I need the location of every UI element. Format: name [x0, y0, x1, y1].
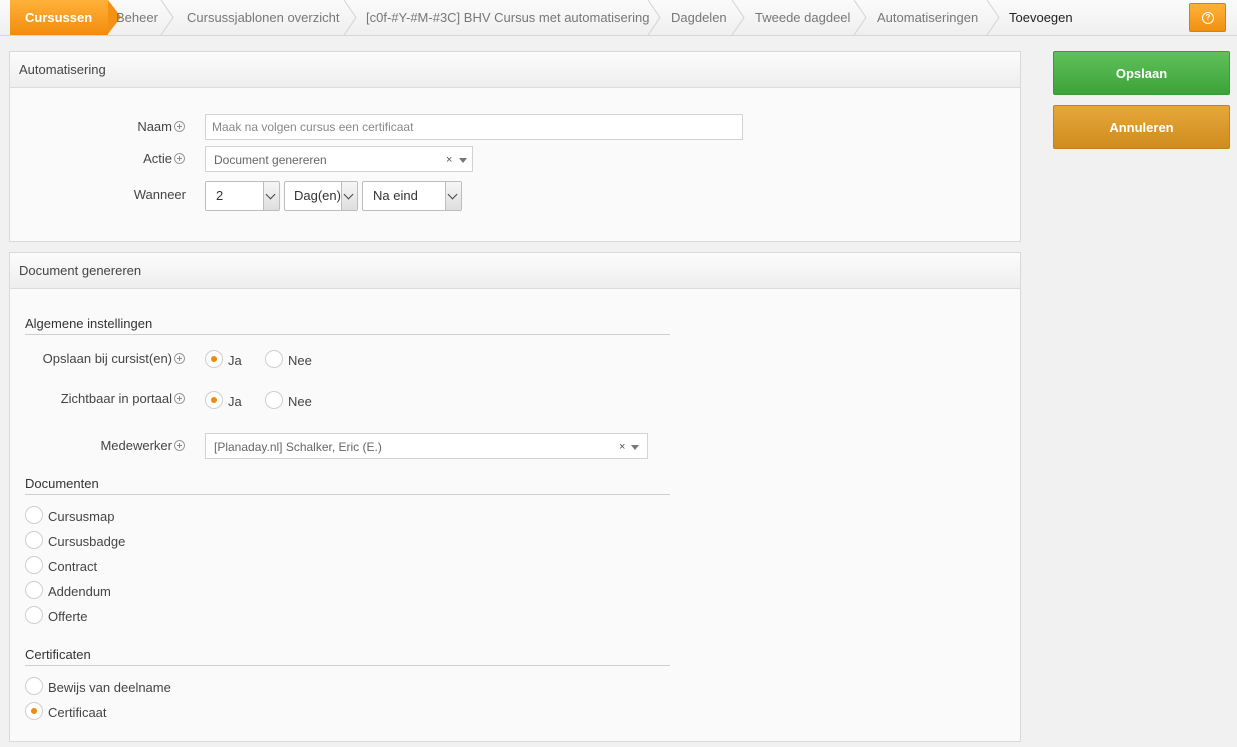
- actie-select[interactable]: Document genereren ×: [205, 146, 473, 172]
- breadcrumb-toevoegen: Toevoegen: [1009, 10, 1073, 25]
- breadcrumb-beheer[interactable]: Beheer: [116, 0, 158, 35]
- chevron-down-icon: [631, 445, 639, 450]
- document-radio-contract[interactable]: [25, 556, 43, 574]
- naam-input[interactable]: Maak na volgen cursus een certificaat: [205, 114, 743, 140]
- wanneer-amount-select[interactable]: 2: [205, 181, 280, 211]
- wanneer-label: Wanneer: [133, 187, 186, 202]
- clear-icon[interactable]: ×: [446, 147, 452, 173]
- medewerker-info-plus-icon[interactable]: [174, 440, 185, 451]
- medewerker-select-value: [Planaday.nl] Schalker, Eric (E.): [214, 440, 382, 454]
- naam-label: Naam: [137, 119, 172, 134]
- breadcrumb-cursussen[interactable]: Cursussen: [10, 0, 121, 35]
- document-panel-title: Document genereren: [10, 253, 1020, 289]
- document-panel: Document genereren Algemene instellingen…: [9, 252, 1021, 742]
- opslaan-label: Opslaan bij cursist(en): [42, 351, 172, 366]
- actie-select-value: Document genereren: [214, 153, 327, 167]
- document-label-offerte: Offerte: [48, 609, 88, 624]
- opslaan-info-plus-icon[interactable]: [174, 353, 185, 364]
- wanneer-unit-value: Dag(en): [294, 188, 341, 203]
- medewerker-select[interactable]: [Planaday.nl] Schalker, Eric (E.) ×: [205, 433, 648, 459]
- opslaan-nee-label: Nee: [288, 353, 312, 368]
- save-button[interactable]: Opslaan: [1053, 51, 1230, 95]
- clear-icon[interactable]: ×: [619, 434, 625, 460]
- opslaan-nee-radio[interactable]: [265, 350, 283, 368]
- document-label-addendum: Addendum: [48, 584, 111, 599]
- actie-label: Actie: [143, 151, 172, 166]
- breadcrumb-automatiseringen[interactable]: Automatiseringen: [877, 0, 978, 35]
- cancel-button[interactable]: Annuleren: [1053, 105, 1230, 149]
- document-label-cursusmap: Cursusmap: [48, 509, 115, 524]
- breadcrumb-separator-icon: [731, 0, 745, 35]
- zichtbaar-ja-label: Ja: [228, 394, 242, 409]
- actie-info-plus-icon[interactable]: [174, 153, 185, 164]
- document-radio-offerte[interactable]: [25, 606, 43, 624]
- chevron-down-icon: [459, 158, 467, 163]
- document-label-contract: Contract: [48, 559, 98, 574]
- document-radio-cursusmap[interactable]: [25, 506, 43, 524]
- zichtbaar-nee-radio[interactable]: [265, 391, 283, 409]
- chevron-down-icon: [445, 182, 461, 210]
- opslaan-ja-label: Ja: [228, 353, 242, 368]
- certificaten-title: Certificaten: [25, 647, 670, 666]
- wanneer-moment-select[interactable]: Na eind: [362, 181, 462, 211]
- zichtbaar-nee-label: Nee: [288, 394, 312, 409]
- general-settings-title: Algemene instellingen: [25, 316, 670, 335]
- certificate-radio-certificaat[interactable]: [25, 702, 43, 720]
- zichtbaar-ja-radio[interactable]: [205, 391, 223, 409]
- certificate-radio-bewijs[interactable]: [25, 677, 43, 695]
- breadcrumb-templates[interactable]: Cursussjablonen overzicht: [187, 0, 339, 35]
- breadcrumb-separator-icon: [160, 0, 174, 35]
- breadcrumb-course[interactable]: [c0f-#Y-#M-#3C] BHV Cursus met automatis…: [366, 0, 649, 35]
- document-label-cursusbadge: Cursusbadge: [48, 534, 126, 549]
- zichtbaar-label: Zichtbaar in portaal: [60, 391, 172, 406]
- breadcrumb-separator-icon: [647, 0, 661, 35]
- document-radio-addendum[interactable]: [25, 581, 43, 599]
- breadcrumb-tweede-dagdeel[interactable]: Tweede dagdeel: [755, 0, 850, 35]
- chevron-down-icon: [341, 182, 357, 210]
- document-radio-cursusbadge[interactable]: [25, 531, 43, 549]
- naam-info-plus-icon[interactable]: [174, 121, 185, 132]
- opslaan-ja-radio[interactable]: [205, 350, 223, 368]
- wanneer-moment-value: Na eind: [373, 188, 418, 203]
- certificate-label-bewijs: Bewijs van deelname: [48, 680, 171, 695]
- breadcrumb-separator-icon: [343, 0, 357, 35]
- breadcrumb-separator-icon: [853, 0, 867, 35]
- help-circle-icon: ?: [1202, 12, 1214, 24]
- wanneer-amount-value: 2: [216, 188, 224, 203]
- help-button[interactable]: ?: [1189, 3, 1226, 32]
- certificate-label-certificaat: Certificaat: [48, 705, 107, 720]
- automation-panel-title: Automatisering: [10, 52, 1020, 88]
- wanneer-unit-select[interactable]: Dag(en): [284, 181, 358, 211]
- automation-panel: Automatisering Naam Maak na volgen cursu…: [9, 51, 1021, 242]
- documenten-title: Documenten: [25, 476, 670, 495]
- breadcrumb-dagdelen[interactable]: Dagdelen: [671, 0, 727, 35]
- chevron-down-icon: [263, 182, 279, 210]
- breadcrumb: Cursussen Beheer Cursussjablonen overzic…: [0, 0, 1237, 36]
- zichtbaar-info-plus-icon[interactable]: [174, 393, 185, 404]
- medewerker-label: Medewerker: [100, 438, 172, 453]
- breadcrumb-separator-icon: [986, 0, 1000, 35]
